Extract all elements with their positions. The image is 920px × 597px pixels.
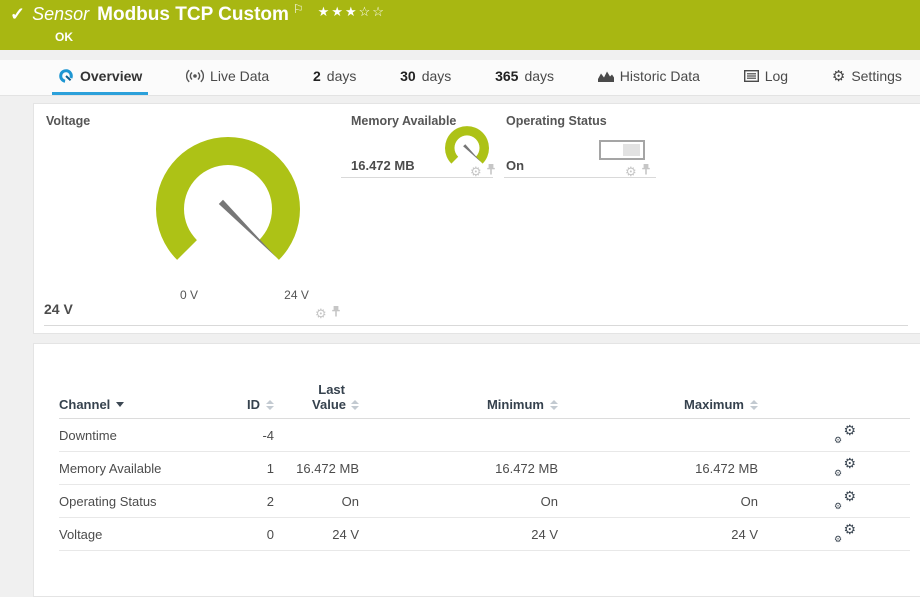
channel-last-value: 16.472 MB [274,461,359,476]
channel-minimum: 16.472 MB [359,461,558,476]
operating-block-divider [504,177,656,178]
column-header-minimum[interactable]: Minimum [359,397,558,412]
area-chart-icon [598,70,614,82]
channel-settings-gears-icon[interactable]: ⚙⚙ [834,426,856,445]
status-check-icon: ✓ [10,4,25,25]
sort-both-icon [750,400,758,410]
log-icon [744,70,759,82]
voltage-scale-max: 24 V [269,288,324,302]
channel-id: 2 [209,494,274,509]
operating-status-value: On [506,158,524,173]
toggle-knob [623,144,640,156]
table-row-memory-available: Memory Available 1 16.472 MB 16.472 MB 1… [59,452,910,485]
status-badge: OK [55,30,73,44]
priority-stars[interactable]: ★★★☆☆ [318,4,386,20]
tab-365-days[interactable]: 365 days [489,60,560,95]
sort-desc-icon [116,402,124,407]
sort-both-icon [266,400,274,410]
voltage-scale-min: 0 V [164,288,214,302]
channel-table: Channel ID Last Value Minimum [59,382,910,551]
channel-maximum: On [558,494,758,509]
channel-name: Voltage [59,527,209,542]
channel-name: Operating Status [59,494,209,509]
table-row-operating-status: Operating Status 2 On On On ⚙⚙ [59,485,910,518]
memory-value: 16.472 MB [351,158,415,173]
pin-icon[interactable] [331,304,341,322]
sensor-title: Modbus TCP Custom [97,4,289,26]
gauge-icon [58,68,74,84]
flag-icon[interactable]: ⚐ [293,2,304,16]
channel-name: Memory Available [59,461,209,476]
tab-log[interactable]: Log [738,60,794,95]
voltage-gauge-title: Voltage [46,114,90,128]
tab-overview[interactable]: Overview [52,60,148,95]
sensor-header: ✓ Sensor Modbus TCP Custom ⚐ ★★★☆☆ OK [0,0,920,50]
voltage-value: 24 V [44,301,73,317]
channel-maximum: 16.472 MB [558,461,758,476]
channel-minimum: On [359,494,558,509]
column-header-last-value[interactable]: Last Value [274,382,359,412]
tab-2-days[interactable]: 2 days [307,60,362,95]
gauge-settings-gear-icon[interactable]: ⚙ [470,165,482,178]
tab-live-data[interactable]: Live Data [180,60,275,95]
memory-block-divider [341,177,493,178]
tab-30-days[interactable]: 30 days [394,60,457,95]
channel-minimum: 24 V [359,527,558,542]
tab-historic-data[interactable]: Historic Data [592,60,706,95]
voltage-gauge[interactable] [128,109,328,309]
table-header-row: Channel ID Last Value Minimum [59,382,910,419]
gauge-settings-gear-icon[interactable]: ⚙ [315,307,327,320]
table-row-downtime: Downtime -4 ⚙⚙ [59,419,910,452]
channel-id: 0 [209,527,274,542]
tab-bar: Overview Live Data 2 days 30 days 365 [0,60,920,96]
voltage-block-divider [44,325,908,326]
column-header-channel[interactable]: Channel [59,397,209,412]
channel-id: -4 [209,428,274,443]
channel-settings-gears-icon[interactable]: ⚙⚙ [834,459,856,478]
sensor-overview-page: ✓ Sensor Modbus TCP Custom ⚐ ★★★☆☆ OK Ov… [0,0,920,597]
operating-status-toggle[interactable] [599,140,645,160]
sort-both-icon [351,400,359,410]
channel-last-value: 24 V [274,527,359,542]
column-header-id[interactable]: ID [209,397,274,412]
channel-settings-gears-icon[interactable]: ⚙⚙ [834,525,856,544]
column-header-maximum[interactable]: Maximum [558,397,758,412]
table-row-voltage: Voltage 0 24 V 24 V 24 V ⚙⚙ [59,518,910,551]
sort-both-icon [550,400,558,410]
channel-name: Downtime [59,428,209,443]
channel-id: 1 [209,461,274,476]
tab-settings[interactable]: ⚙ Settings [826,60,908,95]
broadcast-icon [186,69,204,83]
object-type-label: Sensor [32,4,89,25]
gauges-panel: Voltage 0 V 24 V 24 V ⚙ Memory Available [33,103,920,334]
gauge-settings-gear-icon[interactable]: ⚙ [625,165,637,178]
channel-settings-gears-icon[interactable]: ⚙⚙ [834,492,856,511]
channel-maximum: 24 V [558,527,758,542]
channel-table-panel: Channel ID Last Value Minimum [33,343,920,597]
channel-last-value: On [274,494,359,509]
operating-status-title: Operating Status [506,114,607,128]
settings-gear-icon: ⚙ [832,69,845,84]
